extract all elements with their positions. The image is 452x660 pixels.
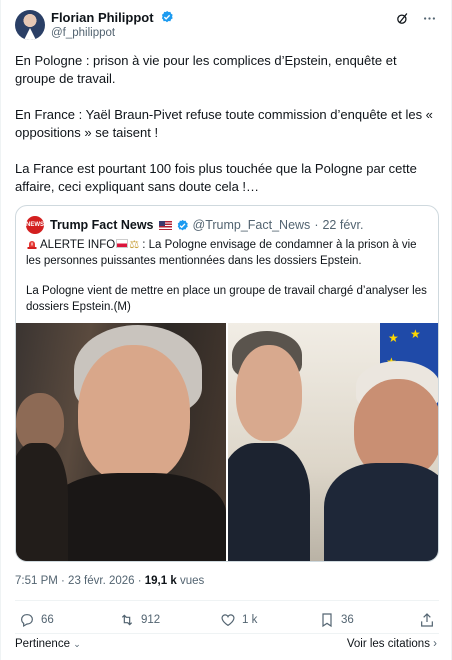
bookmark-count: 36 xyxy=(341,614,354,626)
author-avatar[interactable] xyxy=(15,10,45,40)
quoted-author-avatar[interactable]: NEWS xyxy=(26,216,44,234)
bookmark-button[interactable]: 36 xyxy=(319,612,354,628)
repost-icon xyxy=(121,614,133,626)
poland-flag-icon xyxy=(116,239,129,248)
view-quotes-link[interactable]: Voir les citations › xyxy=(347,638,437,650)
media-photo[interactable] xyxy=(16,323,226,561)
chevron-down-icon: ⌄ xyxy=(73,639,81,649)
relevance-sort-button[interactable]: Pertinence ⌄ xyxy=(15,638,81,650)
author-name[interactable]: Florian Philippot xyxy=(51,10,154,25)
quoted-media[interactable]: ★★★★ xyxy=(16,323,438,561)
tweet-text: En Pologne : prison à vie pour les compl… xyxy=(15,52,439,214)
verified-badge-icon xyxy=(162,10,173,23)
tweet-timestamp[interactable]: 7:51 PM · 23 févr. 2026 · xyxy=(15,575,145,587)
repost-count: 912 xyxy=(141,614,161,626)
views-label: vues xyxy=(176,575,205,587)
quoted-paragraph: ALERTE INFO ⚖ : La Pologne envisage de co… xyxy=(26,237,430,269)
scales-icon: ⚖ xyxy=(129,239,140,251)
quoted-tweet-date[interactable]: 22 févr. xyxy=(322,218,363,232)
author-name-row[interactable]: Florian Philippot xyxy=(51,10,174,25)
reply-button[interactable]: 66 xyxy=(19,612,54,628)
tweet-paragraph: La France est pourtant 100 fois plus tou… xyxy=(15,161,417,194)
separator: · xyxy=(314,218,319,232)
bookmark-icon xyxy=(322,613,332,628)
like-button[interactable]: 1 k xyxy=(220,612,257,628)
author-handle[interactable]: @f_philippot xyxy=(51,27,115,39)
chevron-right-icon: › xyxy=(433,638,437,650)
quoted-author-name[interactable]: Trump Fact News xyxy=(50,218,154,232)
relevance-label: Pertinence xyxy=(15,638,70,650)
like-icon xyxy=(221,614,235,627)
divider xyxy=(15,633,439,634)
tweet-paragraph: En Pologne : prison à vie pour les compl… xyxy=(15,53,397,86)
view-quotes-label: Voir les citations xyxy=(346,638,430,650)
tweet-detail: Florian Philippot @f_philippot En Pologn… xyxy=(0,0,452,660)
divider xyxy=(15,600,439,601)
reply-count: 66 xyxy=(41,614,54,626)
more-icon[interactable] xyxy=(422,11,437,26)
reply-icon xyxy=(21,614,33,628)
quoted-tweet-header: NEWS Trump Fact News @Trump_Fact_News · … xyxy=(26,216,363,234)
tweet-header: Florian Philippot @f_philippot xyxy=(15,8,439,44)
views-count: 19,1 k xyxy=(144,575,177,587)
alert-label: ALERTE INFO xyxy=(40,239,116,251)
like-count: 1 k xyxy=(242,614,258,626)
repost-button[interactable]: 912 xyxy=(119,612,160,628)
verified-badge-icon xyxy=(177,219,188,230)
tweet-meta: 7:51 PM · 23 févr. 2026 · 19,1 k vues xyxy=(15,575,204,587)
quoted-author-handle[interactable]: @Trump_Fact_News xyxy=(193,218,311,232)
quoted-tweet-text: ALERTE INFO ⚖ : La Pologne envisage de co… xyxy=(26,237,430,329)
quoted-tweet[interactable]: NEWS Trump Fact News @Trump_Fact_News · … xyxy=(15,205,439,562)
siren-icon xyxy=(27,241,37,249)
share-button[interactable] xyxy=(419,612,435,628)
tweet-paragraph: En France : Yaël Braun-Pivet refuse tout… xyxy=(15,107,433,140)
grok-icon[interactable] xyxy=(395,11,410,26)
share-icon xyxy=(421,613,433,627)
action-bar: 66 912 1 k 36 xyxy=(15,612,439,630)
us-flag-icon xyxy=(158,220,172,230)
quoted-paragraph: La Pologne vient de mettre en place un g… xyxy=(26,285,427,313)
media-photo[interactable]: ★★★★ xyxy=(228,323,438,561)
